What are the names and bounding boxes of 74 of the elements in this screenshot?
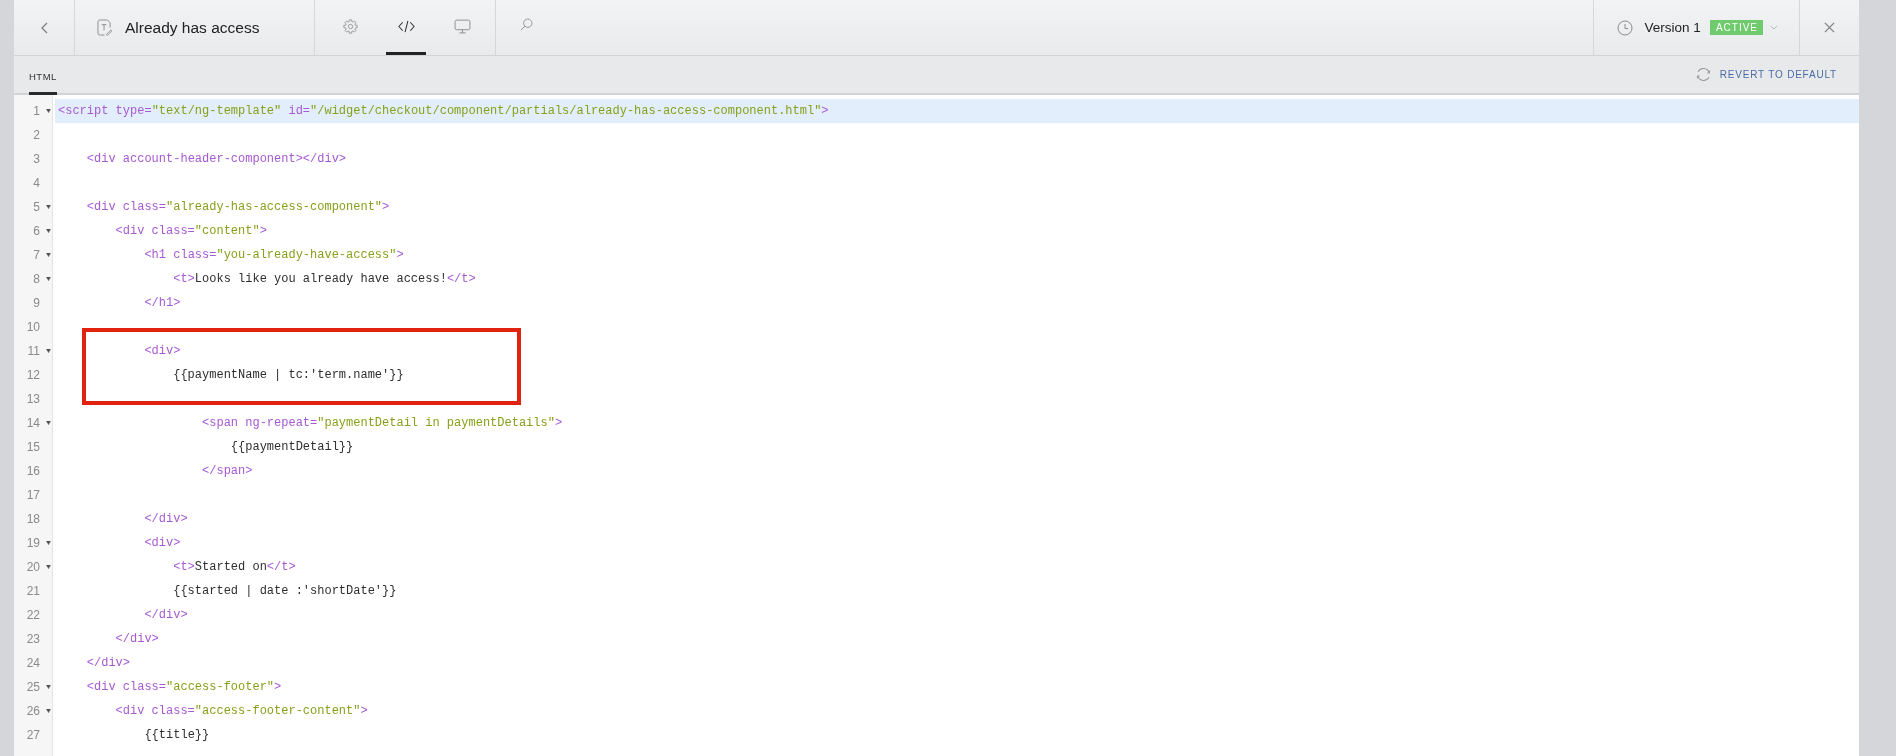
fold-caret-icon[interactable]	[46, 685, 51, 689]
line-number: 27	[25, 728, 40, 742]
line-number: 17	[25, 488, 40, 502]
line-number: 7	[32, 248, 40, 262]
code-line: <div class="access-footer-content">	[115, 704, 368, 718]
code-line: {{paymentDetail}}	[230, 440, 354, 454]
line-number: 22	[25, 608, 40, 622]
line-number: 21	[25, 584, 40, 598]
fold-caret-icon[interactable]	[46, 565, 51, 569]
line-number: 2	[32, 128, 40, 142]
code-line: <div class="content">	[115, 224, 267, 238]
code-line: {{started | date :'shortDate'}}	[173, 584, 397, 598]
code-line: <span ng-repeat="paymentDetail in paymentDetails">	[202, 416, 563, 430]
code-line: <h1 class="you-already-have-access">	[144, 248, 404, 262]
close-icon	[1824, 22, 1835, 33]
line-number: 24	[25, 656, 40, 670]
fold-caret-icon[interactable]	[46, 421, 51, 425]
line-number: 5	[32, 200, 40, 214]
line-number: 1	[32, 104, 40, 118]
fold-caret-icon[interactable]	[46, 229, 51, 233]
line-number: 6	[32, 224, 40, 238]
line-number: 14	[25, 416, 40, 430]
line-number: 11	[26, 344, 40, 358]
code-line: <div class="access-footer">	[86, 680, 282, 694]
fold-caret-icon[interactable]	[46, 277, 51, 281]
line-number: 18	[25, 512, 40, 526]
code-line: <t>Started on</t>	[173, 560, 296, 574]
code-line: </h1>	[144, 296, 181, 310]
line-number: 15	[25, 440, 40, 454]
code-line: <div class="already-has-access-component">	[86, 200, 390, 214]
line-number: 25	[25, 680, 40, 694]
monitor-icon	[453, 19, 471, 34]
code-line: </span>	[202, 464, 253, 478]
code-line: </div>	[144, 512, 188, 526]
code-line: <div account-header-component></div>	[86, 152, 347, 166]
line-number: 16	[25, 464, 40, 478]
code-line: <script type="text/ng-template" id="/widget/checkout/component/partials/already-has-access-component.html">	[58, 104, 829, 118]
line-number: 23	[25, 632, 40, 646]
fold-caret-icon[interactable]	[46, 709, 51, 713]
code-line: <div>	[144, 536, 181, 550]
chevron-left-icon	[40, 21, 48, 34]
search-icon	[519, 18, 533, 31]
status-badge: ACTIVE	[1709, 20, 1763, 35]
code-line: <div>	[144, 344, 181, 358]
line-number: 4	[32, 176, 40, 190]
code-line: {{title}}	[144, 728, 210, 742]
line-number: 19	[25, 536, 40, 550]
code-line: <t>Looks like you already have access!</t>	[173, 272, 476, 286]
settings-icon	[341, 19, 359, 34]
code-line: {{paymentName | tc:'term.name'}}	[173, 368, 404, 382]
chevron-down-icon	[1770, 25, 1778, 30]
line-number: 26	[25, 704, 40, 718]
line-number: 8	[32, 272, 40, 286]
fold-caret-icon[interactable]	[46, 349, 51, 353]
line-number: 20	[25, 560, 40, 574]
code-line: </div>	[115, 632, 159, 646]
template-title: Already has access	[125, 18, 260, 37]
code-line: </div>	[86, 656, 131, 670]
line-number: 12	[25, 368, 40, 382]
fold-caret-icon[interactable]	[46, 205, 51, 209]
version-selector[interactable]: Version 1 ACTIVE	[1592, 0, 1800, 55]
line-number: 10	[25, 320, 40, 334]
fold-caret-icon[interactable]	[46, 109, 51, 113]
code-line: </div>	[144, 608, 188, 622]
line-number: 3	[32, 152, 40, 166]
revert-button[interactable]: REVERT TO DEFAULT	[1694, 56, 1837, 93]
clock-icon	[1616, 19, 1633, 36]
fold-caret-icon[interactable]	[46, 253, 51, 257]
line-number: 9	[32, 296, 40, 310]
code-icon	[397, 19, 415, 34]
document-edit-icon	[97, 19, 112, 36]
refresh-icon	[1694, 67, 1712, 82]
fold-caret-icon[interactable]	[46, 541, 51, 545]
line-number: 13	[25, 392, 40, 406]
